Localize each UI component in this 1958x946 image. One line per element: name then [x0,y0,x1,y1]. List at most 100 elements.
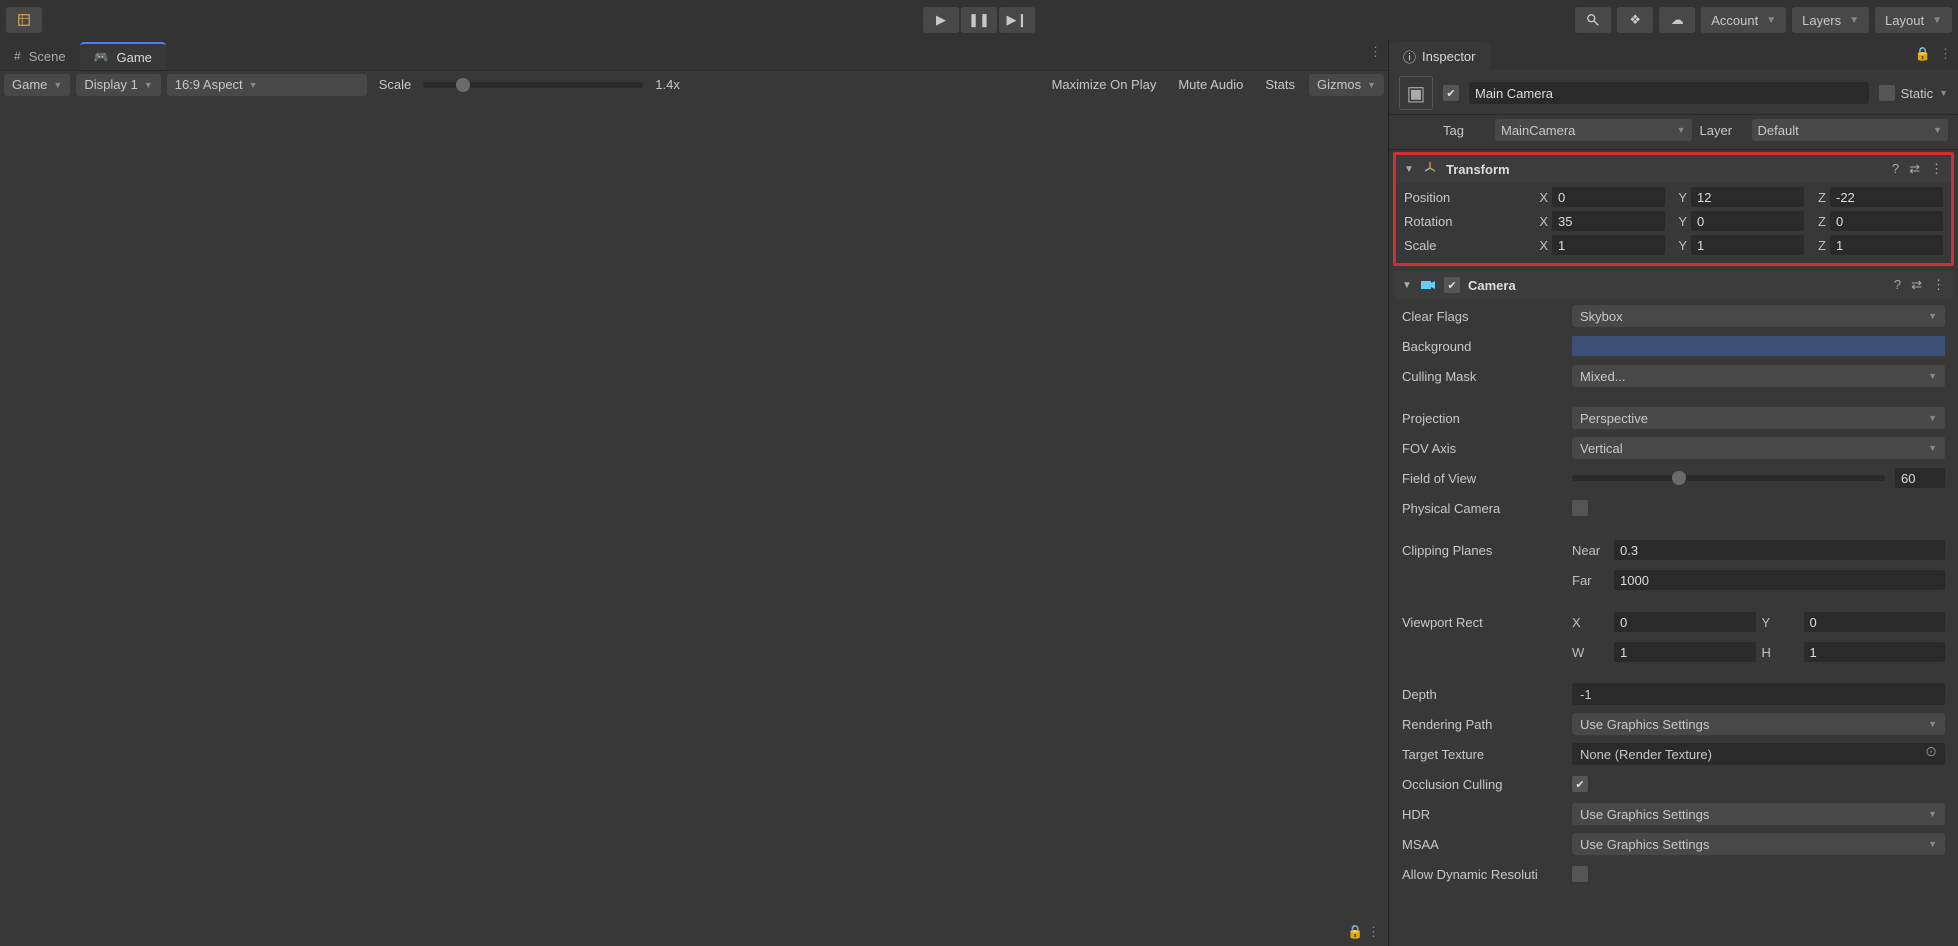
hdr-dropdown[interactable]: Use Graphics Settings▼ [1572,803,1945,825]
scale-label: Scale [373,77,418,92]
game-toolbar: Game▼ Display 1▼ 16:9 Aspect▼ Scale 1.4x… [0,70,1388,98]
search-icon[interactable] [1575,7,1611,33]
chevron-down-icon[interactable]: ▼ [1939,88,1948,98]
menu-icon[interactable]: ⋮ [1932,277,1945,293]
layout-dropdown[interactable]: Layout ▼ [1875,7,1952,33]
position-label: Position [1404,190,1524,205]
tag-layer-row: Tag MainCamera▼ Layer Default▼ [1389,115,1958,150]
layers-dropdown[interactable]: Layers▼ [1792,7,1869,33]
mute-audio-button[interactable]: Mute Audio [1170,73,1251,97]
rotation-y-field[interactable]: 0 [1691,211,1804,231]
transform-header[interactable]: ▼ Transform ?⇄⋮ [1396,155,1951,183]
scale-x-field[interactable]: 1 [1552,235,1665,255]
maximize-button[interactable]: Maximize On Play [1044,73,1165,97]
depth-field[interactable]: -1 [1572,683,1945,705]
object-picker-icon[interactable]: ⊙ [1925,743,1937,760]
game-select[interactable]: Game▼ [4,74,70,96]
viewport-w-field[interactable]: 1 [1614,642,1756,662]
pause-button[interactable]: ❚❚ [961,7,997,33]
occlusion-culling-label: Occlusion Culling [1402,777,1562,792]
preset-icon[interactable]: ⇄ [1909,161,1920,177]
target-texture-field[interactable]: None (Render Texture) [1572,743,1945,765]
physical-camera-checkbox[interactable] [1572,500,1588,516]
display-select[interactable]: Display 1 ▼ [76,74,160,96]
help-icon[interactable]: ? [1892,161,1899,177]
help-icon[interactable]: ? [1894,277,1901,293]
active-checkbox[interactable] [1443,85,1459,101]
preset-icon[interactable]: ⇄ [1911,277,1922,293]
position-z-field[interactable]: -22 [1830,187,1943,207]
scale-z-field[interactable]: 1 [1830,235,1943,255]
transform-icon [1422,161,1438,177]
fov-axis-dropdown[interactable]: Vertical▼ [1572,437,1945,459]
menu-icon[interactable]: ⋮ [1930,161,1943,177]
fov-slider[interactable] [1572,475,1885,481]
clear-flags-dropdown[interactable]: Skybox▼ [1572,305,1945,327]
viewport-y-field[interactable]: 0 [1804,612,1946,632]
position-y-field[interactable]: 12 [1691,187,1804,207]
physical-camera-label: Physical Camera [1402,501,1562,516]
layer-value: Default [1758,123,1799,138]
scale-slider[interactable] [423,82,643,88]
far-label: Far [1572,573,1608,588]
slider-thumb[interactable] [456,78,470,92]
occlusion-checkbox[interactable] [1572,776,1588,792]
rotation-x-field[interactable]: 35 [1552,211,1665,231]
clear-flags-label: Clear Flags [1402,309,1562,324]
collab-icon[interactable]: ❖ [1617,7,1653,33]
cloud-icon[interactable]: ☁ [1659,7,1695,33]
rotation-z-field[interactable]: 0 [1830,211,1943,231]
gizmos-dropdown[interactable]: Gizmos▼ [1309,74,1384,96]
background-color-field[interactable]: ✎ [1572,336,1945,356]
static-checkbox[interactable] [1879,85,1895,101]
hand-tool-icon[interactable] [6,7,42,33]
tab-game[interactable]: 🎮Game [80,42,166,70]
inspector-tab-label: Inspector [1422,49,1475,64]
culling-mask-dropdown[interactable]: Mixed...▼ [1572,365,1945,387]
object-name-field[interactable]: Main Camera [1469,82,1869,104]
chevron-down-icon: ▼ [1933,125,1942,135]
transform-component: ▼ Transform ?⇄⋮ Position X0 Y12 Z-22 Rot… [1393,152,1954,266]
account-dropdown[interactable]: Account▼ [1701,7,1786,33]
tab-scene-label: Scene [29,49,66,64]
culling-mask-label: Culling Mask [1402,369,1562,384]
projection-dropdown[interactable]: Perspective▼ [1572,407,1945,429]
tab-menu-icon[interactable]: ⋮ [1939,46,1952,62]
fov-label: Field of View [1402,471,1562,486]
gameobject-icon[interactable]: ▣ [1399,76,1433,110]
tab-inspector[interactable]: ⓘInspector [1389,42,1490,70]
static-label: Static [1901,86,1934,101]
dynres-checkbox[interactable] [1572,866,1588,882]
camera-enabled-checkbox[interactable] [1444,277,1460,293]
slider-thumb[interactable] [1672,471,1686,485]
inspector-tabs: ⓘInspector 🔒 ⋮ [1389,40,1958,70]
stats-button[interactable]: Stats [1257,73,1303,97]
chevron-down-icon: ▼ [144,80,153,90]
step-button[interactable]: ▶❙ [999,7,1035,33]
chevron-down-icon: ▼ [1932,15,1942,26]
viewport-x-field[interactable]: 0 [1614,612,1756,632]
near-field[interactable]: 0.3 [1614,540,1945,560]
aspect-select[interactable]: 16:9 Aspect▼ [167,74,367,96]
fov-value-field[interactable]: 60 [1895,468,1945,488]
dynamic-resolution-label: Allow Dynamic Resoluti [1402,867,1562,882]
play-button[interactable]: ▶ [923,7,959,33]
display-label: Display 1 [84,77,137,92]
far-field[interactable]: 1000 [1614,570,1945,590]
tab-scene[interactable]: #Scene [0,42,80,70]
tab-menu-icon[interactable]: ⋮ [1369,44,1382,60]
tag-dropdown[interactable]: MainCamera▼ [1495,119,1692,141]
tag-label: Tag [1443,123,1487,138]
rendering-path-dropdown[interactable]: Use Graphics Settings▼ [1572,713,1945,735]
lock-icon[interactable]: 🔒 [1915,46,1931,62]
msaa-dropdown[interactable]: Use Graphics Settings▼ [1572,833,1945,855]
lock-icon[interactable]: 🔒 ⋮ [1347,924,1380,940]
chevron-down-icon: ▼ [1367,80,1376,90]
viewport-h-field[interactable]: 1 [1804,642,1946,662]
camera-header[interactable]: ▼ Camera ?⇄⋮ [1394,271,1953,299]
layout-label: Layout [1885,13,1924,28]
msaa-label: MSAA [1402,837,1562,852]
scale-y-field[interactable]: 1 [1691,235,1804,255]
layer-dropdown[interactable]: Default ▼ [1752,119,1949,141]
position-x-field[interactable]: 0 [1552,187,1665,207]
